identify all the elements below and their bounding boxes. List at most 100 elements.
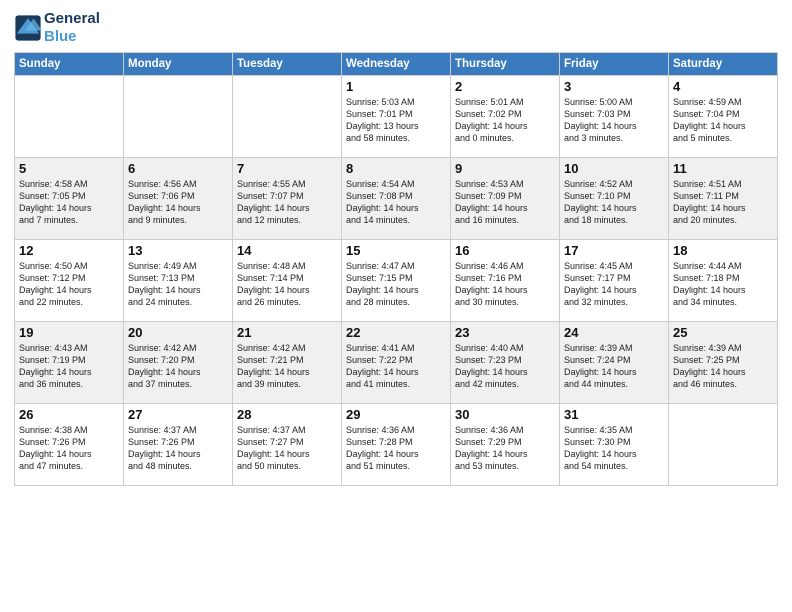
calendar-cell: 19 Sunrise: 4:43 AMSunset: 7:19 PMDayligh…	[15, 322, 124, 404]
cell-line: Sunset: 7:04 PM	[673, 109, 740, 119]
cell-info: Sunrise: 4:58 AMSunset: 7:05 PMDaylight:…	[19, 178, 119, 227]
cell-line: Sunset: 7:30 PM	[564, 437, 631, 447]
cell-line: Daylight: 14 hours	[19, 285, 92, 295]
logo: General Blue	[14, 10, 100, 46]
cell-line: Daylight: 14 hours	[19, 203, 92, 213]
day-number: 21	[237, 325, 337, 340]
day-number: 19	[19, 325, 119, 340]
day-number: 13	[128, 243, 228, 258]
cell-line: Daylight: 14 hours	[19, 449, 92, 459]
cell-info: Sunrise: 4:36 AMSunset: 7:29 PMDaylight:…	[455, 424, 555, 473]
calendar-cell: 21Sunrise: 4:42 AMSunset: 7:21 PMDayligh…	[233, 322, 342, 404]
cell-line: Sunrise: 4:51 AM	[673, 179, 742, 189]
cell-line: Sunrise: 4:46 AM	[455, 261, 524, 271]
cell-line: Sunrise: 5:01 AM	[455, 97, 524, 107]
calendar-cell: 23Sunrise: 4:40 AMSunset: 7:23 PMDayligh…	[451, 322, 560, 404]
cell-line: Sunrise: 5:03 AM	[346, 97, 415, 107]
cell-info: Sunrise: 4:43 AMSunset: 7:19 PMDaylight:…	[19, 342, 119, 391]
cell-line: Sunrise: 4:55 AM	[237, 179, 306, 189]
cell-line: Daylight: 13 hours	[346, 121, 419, 131]
cell-line: Sunset: 7:12 PM	[19, 273, 86, 283]
cell-line: Sunset: 7:14 PM	[237, 273, 304, 283]
day-number: 1	[346, 79, 446, 94]
day-number: 14	[237, 243, 337, 258]
calendar-cell: 16Sunrise: 4:46 AMSunset: 7:16 PMDayligh…	[451, 240, 560, 322]
cell-line: and 7 minutes.	[19, 215, 78, 225]
cell-line: Sunset: 7:26 PM	[19, 437, 86, 447]
cell-line: Sunset: 7:20 PM	[128, 355, 195, 365]
cell-line: Sunset: 7:21 PM	[237, 355, 304, 365]
cell-info: Sunrise: 4:41 AMSunset: 7:22 PMDaylight:…	[346, 342, 446, 391]
cell-line: Sunrise: 4:43 AM	[19, 343, 88, 353]
cell-line: Daylight: 14 hours	[128, 203, 201, 213]
cell-line: and 0 minutes.	[455, 133, 514, 143]
weekday-header: Friday	[560, 53, 669, 76]
cell-line: Sunrise: 4:39 AM	[564, 343, 633, 353]
cell-info: Sunrise: 4:35 AMSunset: 7:30 PMDaylight:…	[564, 424, 664, 473]
cell-line: Sunrise: 4:35 AM	[564, 425, 633, 435]
cell-line: Sunset: 7:08 PM	[346, 191, 413, 201]
cell-line: Sunset: 7:02 PM	[455, 109, 522, 119]
cell-line: Sunrise: 4:48 AM	[237, 261, 306, 271]
cell-info: Sunrise: 4:50 AMSunset: 7:12 PMDaylight:…	[19, 260, 119, 309]
weekday-header: Tuesday	[233, 53, 342, 76]
day-number: 8	[346, 161, 446, 176]
calendar: SundayMondayTuesdayWednesdayThursdayFrid…	[14, 52, 778, 486]
calendar-cell: 30Sunrise: 4:36 AMSunset: 7:29 PMDayligh…	[451, 404, 560, 486]
cell-line: and 24 minutes.	[128, 297, 192, 307]
cell-line: and 20 minutes.	[673, 215, 737, 225]
cell-line: Sunrise: 4:54 AM	[346, 179, 415, 189]
cell-line: Sunset: 7:06 PM	[128, 191, 195, 201]
cell-info: Sunrise: 4:51 AMSunset: 7:11 PMDaylight:…	[673, 178, 773, 227]
cell-line: Sunset: 7:05 PM	[19, 191, 86, 201]
cell-line: Sunrise: 4:52 AM	[564, 179, 633, 189]
day-number: 12	[19, 243, 119, 258]
cell-info: Sunrise: 4:45 AMSunset: 7:17 PMDaylight:…	[564, 260, 664, 309]
calendar-cell: 17Sunrise: 4:45 AMSunset: 7:17 PMDayligh…	[560, 240, 669, 322]
cell-info: Sunrise: 4:55 AMSunset: 7:07 PMDaylight:…	[237, 178, 337, 227]
weekday-header: Wednesday	[342, 53, 451, 76]
calendar-cell: 7Sunrise: 4:55 AMSunset: 7:07 PMDaylight…	[233, 158, 342, 240]
cell-info: Sunrise: 4:47 AM Sunset: 7:15 PM Daylight:…	[346, 260, 446, 309]
cell-line: Sunrise: 4:37 AM	[237, 425, 306, 435]
cell-line: Sunrise: 4:53 AM	[455, 179, 524, 189]
cell-line: Daylight: 14 hours	[19, 367, 92, 377]
cell-line: Sunset: 7:26 PM	[128, 437, 195, 447]
header: General Blue	[14, 10, 778, 46]
cell-line: Sunset: 7:15 PM	[346, 273, 413, 283]
cell-line: and 58 minutes.	[346, 133, 410, 143]
day-number: 16	[455, 243, 555, 258]
cell-line: Daylight: 14 hours	[455, 203, 528, 213]
day-number: 2	[455, 79, 555, 94]
cell-line: Sunset: 7:22 PM	[346, 355, 413, 365]
calendar-cell: 22 Sunrise: 4:41 AMSunset: 7:22 PMDayligh…	[342, 322, 451, 404]
calendar-cell: 31Sunrise: 4:35 AMSunset: 7:30 PMDayligh…	[560, 404, 669, 486]
cell-line: Sunset: 7:13 PM	[128, 273, 195, 283]
cell-line: and 53 minutes.	[455, 461, 519, 471]
calendar-cell: 18Sunrise: 4:44 AMSunset: 7:18 PMDayligh…	[669, 240, 778, 322]
calendar-cell: 29Sunrise: 4:36 AMSunset: 7:28 PMDayligh…	[342, 404, 451, 486]
cell-line: Sunrise: 4:47 AM	[346, 261, 415, 271]
cell-line: Sunset: 7:25 PM	[673, 355, 740, 365]
calendar-cell: 14Sunrise: 4:48 AMSunset: 7:14 PMDayligh…	[233, 240, 342, 322]
cell-line: Daylight: 14 hours	[346, 285, 419, 295]
cell-line: and 41 minutes.	[346, 379, 410, 389]
cell-line: Daylight: 14 hours	[564, 121, 637, 131]
cell-info: Sunrise: 4:38 AMSunset: 7:26 PMDaylight:…	[19, 424, 119, 473]
calendar-cell: 11Sunrise: 4:51 AMSunset: 7:11 PMDayligh…	[669, 158, 778, 240]
cell-line: Sunset: 7:18 PM	[673, 273, 740, 283]
cell-line: Daylight: 14 hours	[128, 285, 201, 295]
weekday-header: Monday	[124, 53, 233, 76]
day-number: 5	[19, 161, 119, 176]
calendar-cell: 1Sunrise: 5:03 AMSunset: 7:01 PMDaylight…	[342, 76, 451, 158]
cell-line: Sunset: 7:10 PM	[564, 191, 631, 201]
day-number: 25	[673, 325, 773, 340]
day-number: 22	[346, 325, 446, 340]
calendar-cell: 20Sunrise: 4:42 AMSunset: 7:20 PMDayligh…	[124, 322, 233, 404]
cell-line: Sunrise: 4:39 AM	[673, 343, 742, 353]
weekday-header: Thursday	[451, 53, 560, 76]
cell-line: and 39 minutes.	[237, 379, 301, 389]
cell-line: Daylight: 14 hours	[673, 367, 746, 377]
cell-line: Daylight: 14 hours	[237, 203, 310, 213]
calendar-cell	[233, 76, 342, 158]
